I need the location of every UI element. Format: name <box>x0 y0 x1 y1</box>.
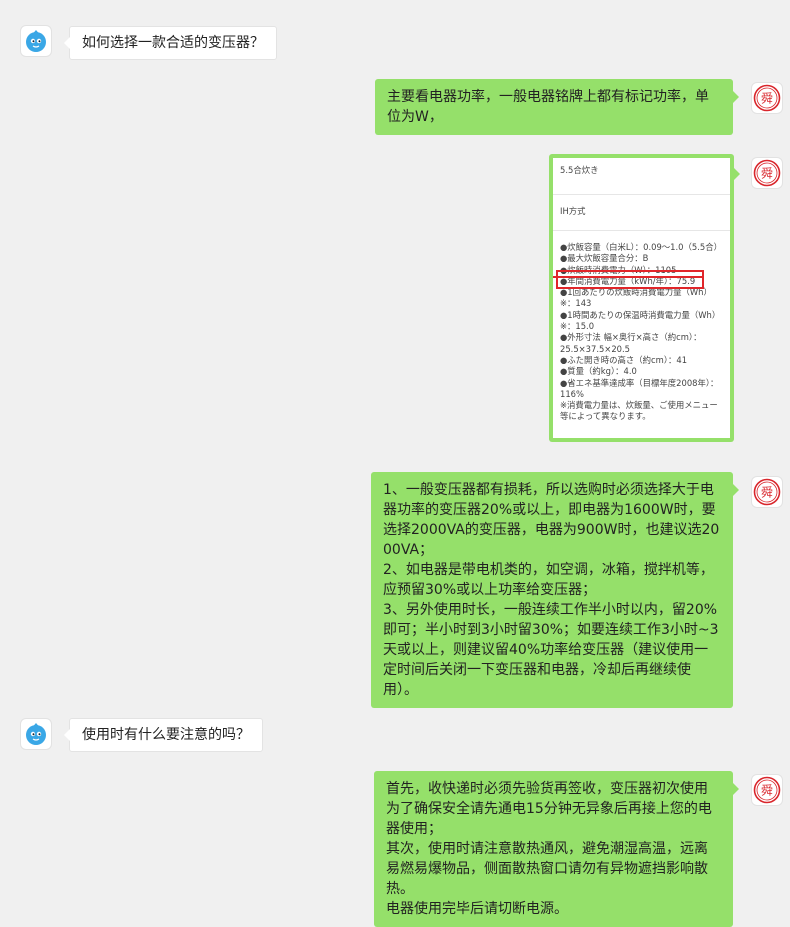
brand-logo-icon: 舜 <box>753 478 781 506</box>
customer-avatar <box>20 25 52 57</box>
customer-message: 如何选择一款合适的变压器？ <box>64 26 277 60</box>
spec-line: ●外形寸法 幅×奥行×高さ（約cm）：25.5×37.5×20.5 <box>560 332 702 354</box>
spec-line: ●最大炊飯容量合分：B <box>560 253 649 264</box>
spec-line: ●省エネ基準達成率（目標年度2008年）：116% <box>560 377 719 399</box>
customer-message: 使用时有什么要注意的吗？ <box>64 718 263 752</box>
red-highlight-box <box>556 270 704 289</box>
svg-text:舜: 舜 <box>761 783 773 798</box>
agent-avatar: 舜 <box>751 774 783 806</box>
spec-line: ●ふた開き時の高さ（約cm）：41 <box>560 354 688 365</box>
spec-title-method: IH方式 <box>560 206 586 216</box>
svg-text:舜: 舜 <box>761 166 773 181</box>
divider <box>553 230 730 231</box>
agent-message: 主要看电器功率，一般电器铭牌上都有标记功率，单位为W， <box>375 79 739 135</box>
agent-avatar: 舜 <box>751 157 783 189</box>
spec-title-capacity: 5.5合炊き <box>560 165 599 175</box>
customer-avatar <box>20 718 52 750</box>
svg-text:舜: 舜 <box>761 485 773 500</box>
agent-message: 首先，收快递时必须先验货再签收，变压器初次使用为了确保安全请先通电15分钟无异象… <box>374 771 739 927</box>
spec-line: ●1回あたりの炊飯時消費電力量（Wh）※：143 <box>560 287 712 309</box>
spec-line: ●1時間あたりの保温時消費電力量（Wh）※：15.0 <box>560 309 721 332</box>
agent-avatar: 舜 <box>751 82 783 114</box>
brand-logo-icon: 舜 <box>753 84 781 112</box>
agent-message: 1、一般变压器都有损耗，所以选购时必须选择大于电器功率的变压器20%或以上，即电… <box>371 472 739 708</box>
divider <box>553 194 730 195</box>
droplet-mascot-icon <box>26 30 46 52</box>
spec-line: ●炊飯容量（白米L）：0.09〜1.0（5.5合） <box>560 242 722 252</box>
spec-image-message[interactable]: 5.5合炊き IH方式 ●炊飯容量（白米L）：0.09〜1.0（5.5合） ●最… <box>549 154 740 442</box>
agent-avatar: 舜 <box>751 476 783 508</box>
brand-logo-icon: 舜 <box>753 776 781 804</box>
droplet-mascot-icon <box>26 723 46 745</box>
spec-line: ●質量（約kg）：4.0 <box>560 366 637 377</box>
brand-logo-icon: 舜 <box>753 159 781 187</box>
svg-text:舜: 舜 <box>761 91 773 106</box>
spec-line: ※消費電力量は、炊飯量、ご使用メニュー等によって異なります。 <box>560 400 718 422</box>
product-spec-sheet: 5.5合炊き IH方式 ●炊飯容量（白米L）：0.09〜1.0（5.5合） ●最… <box>553 158 730 438</box>
